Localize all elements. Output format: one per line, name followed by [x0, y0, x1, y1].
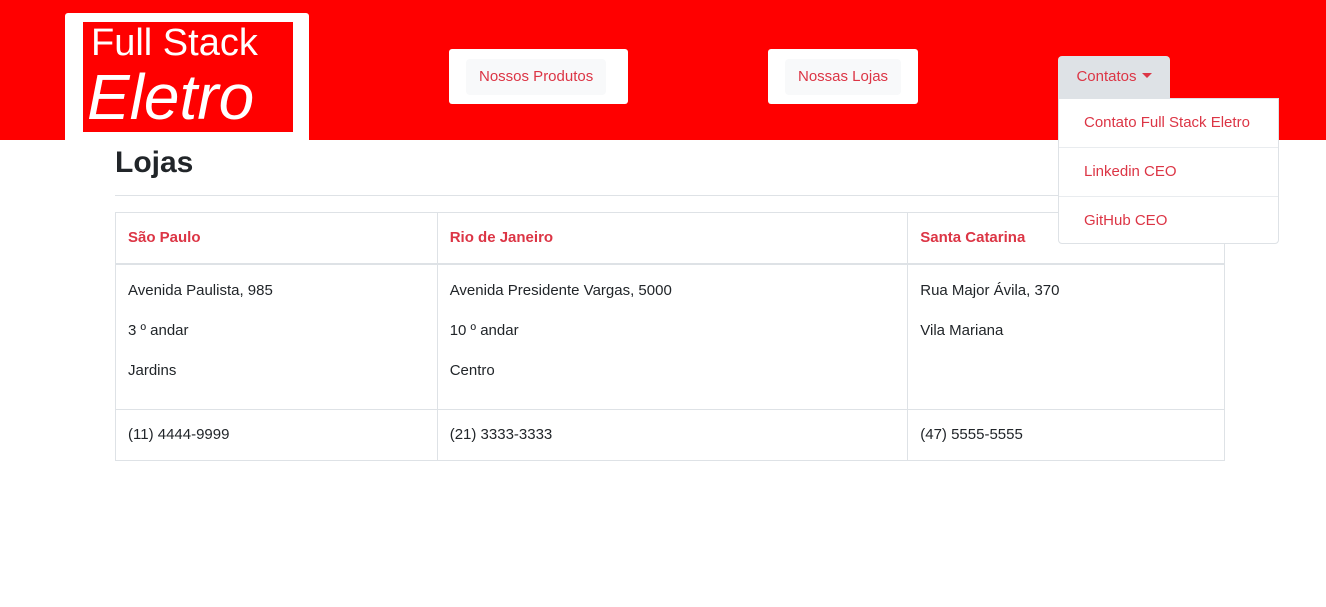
address-line: Rua Major Ávila, 370	[920, 282, 1060, 299]
address-line: Avenida Presidente Vargas, 5000	[449, 282, 672, 299]
store-name-sao-paulo: São Paulo	[115, 212, 438, 265]
menu-item-contact-company[interactable]: Contato Full Stack Eletro	[1059, 99, 1278, 148]
address-line: Avenida Paulista, 985	[128, 282, 273, 299]
menu-item-linkedin-ceo[interactable]: Linkedin CEO	[1059, 148, 1278, 197]
address-cell-rio-de-janeiro: Avenida Presidente Vargas, 5000 10 º and…	[436, 263, 909, 410]
page-title: Lojas	[115, 146, 194, 179]
logo-text-line1: Full Stack	[91, 22, 258, 64]
address-cell-sao-paulo: Avenida Paulista, 985 3 º andar Jardins	[115, 263, 438, 410]
address-line: 10 º andar	[449, 322, 519, 339]
contacts-dropdown-button[interactable]: Contatos	[1058, 56, 1170, 98]
logo-text-line2: Eletro	[87, 61, 255, 132]
contacts-dropdown-menu: Contato Full Stack Eletro Linkedin CEO G…	[1058, 98, 1279, 244]
address-cell-santa-catarina: Rua Major Ávila, 370 Vila Mariana	[907, 263, 1225, 410]
stores-table: São Paulo Rio de Janeiro Santa Catarina …	[115, 212, 1225, 461]
address-line: 3 º andar	[128, 322, 189, 339]
nav-stores-button[interactable]: Nossas Lojas	[785, 59, 902, 95]
nav-products-button[interactable]: Nossos Produtos	[466, 59, 607, 95]
phone-cell-rio-de-janeiro: (21) 3333-3333	[436, 409, 909, 461]
address-line: Vila Mariana	[920, 322, 1004, 339]
address-line: Jardins	[128, 362, 177, 379]
caret-down-icon	[1141, 72, 1152, 78]
nav-products-card: Nossos Produtos	[449, 49, 628, 104]
phone-cell-santa-catarina: (47) 5555-5555	[907, 409, 1225, 461]
contacts-dropdown-label: Contatos	[1076, 68, 1137, 85]
store-name-rio-de-janeiro: Rio de Janeiro	[436, 212, 909, 265]
phone-cell-sao-paulo: (11) 4444-9999	[115, 409, 438, 461]
address-line: Centro	[449, 362, 495, 379]
menu-item-github-ceo[interactable]: GitHub CEO	[1059, 197, 1278, 245]
table-row-address: Avenida Paulista, 985 3 º andar Jardins …	[115, 263, 1225, 410]
logo: Full Stack Eletro	[83, 22, 293, 132]
nav-stores-card: Nossas Lojas	[768, 49, 918, 104]
table-row-phone: (11) 4444-9999 (21) 3333-3333 (47) 5555-…	[115, 409, 1225, 461]
logo-link[interactable]: Full Stack Eletro	[65, 13, 309, 140]
